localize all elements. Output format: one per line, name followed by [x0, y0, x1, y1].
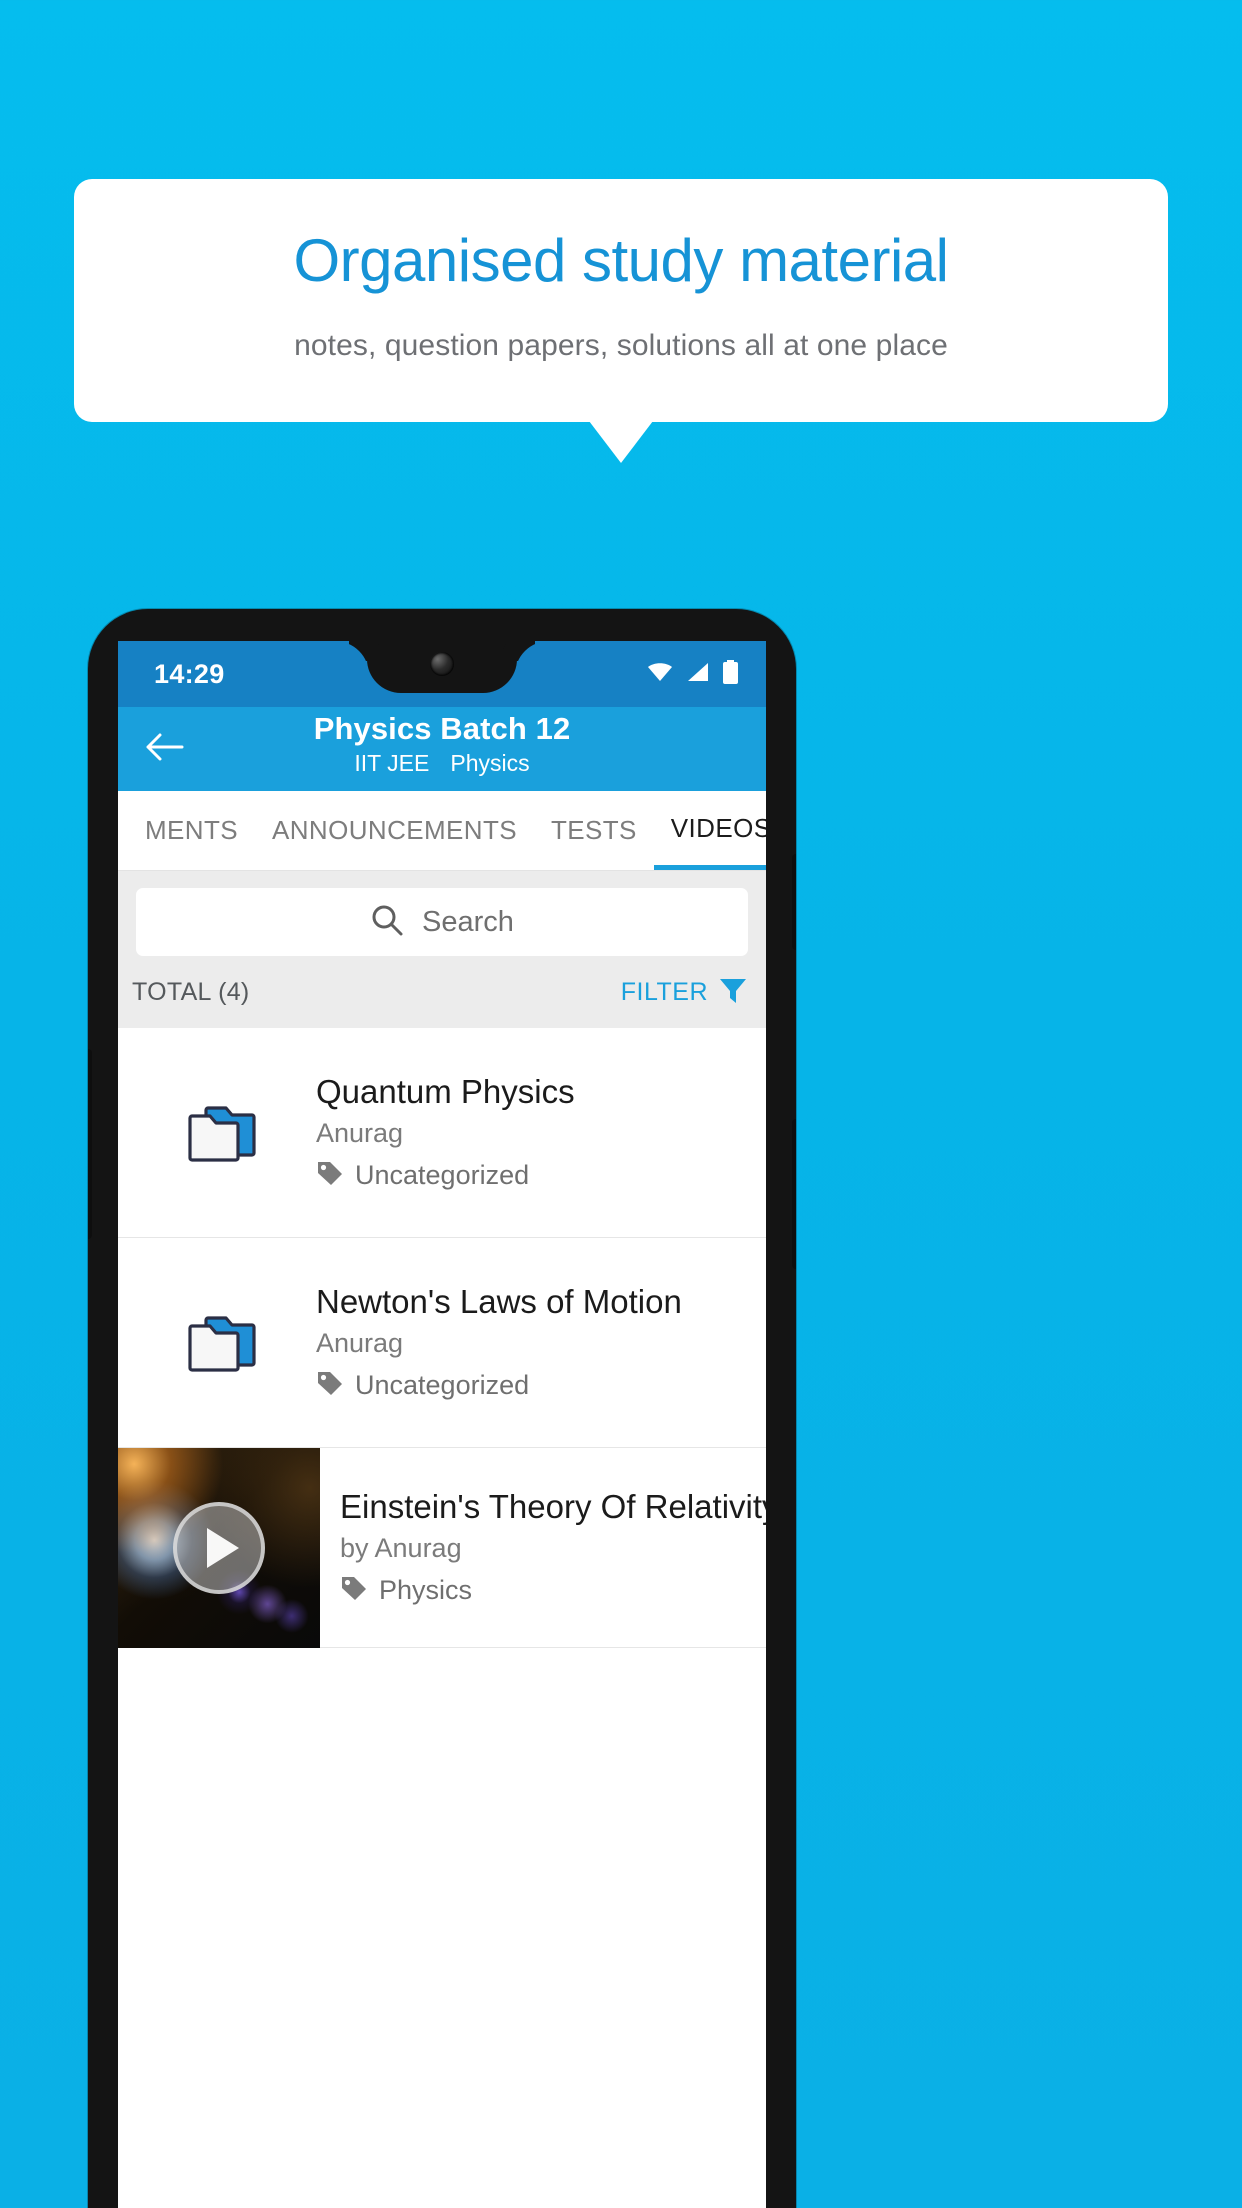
- folder-icon: [128, 1100, 316, 1166]
- play-icon[interactable]: [173, 1501, 265, 1594]
- phone-power-button: [792, 1119, 796, 1269]
- search-input[interactable]: Search: [136, 888, 748, 956]
- list-item[interactable]: Newton's Laws of Motion Anurag Uncategor…: [118, 1238, 766, 1448]
- search-zone: Search: [118, 871, 766, 956]
- signal-icon: [686, 662, 710, 687]
- tab-announcements[interactable]: ANNOUNCEMENTS: [255, 791, 534, 870]
- tab-videos[interactable]: VIDEOS: [653, 791, 766, 870]
- phone-mockup: 14:29 Physics Batch 12 IIT JEE Physics M…: [88, 609, 796, 2208]
- search-placeholder: Search: [422, 905, 514, 938]
- app-bar-subtitle: IIT JEE Physics: [354, 750, 529, 777]
- page-title: Physics Batch 12: [313, 711, 571, 746]
- app-bar-titles: Physics Batch 12 IIT JEE Physics: [118, 711, 766, 777]
- list-item-author: Anurag: [316, 1327, 404, 1358]
- list-item-title: Newton's Laws of Motion: [316, 1283, 682, 1321]
- display-notch: [367, 641, 517, 693]
- subtitle-exam: IIT JEE: [354, 750, 430, 776]
- list-item-texts: Einstein's Theory Of Relativity by Anura…: [320, 1488, 766, 1607]
- status-icons: [647, 659, 744, 689]
- back-button[interactable]: [136, 721, 192, 777]
- battery-icon: [723, 659, 738, 689]
- list-item-tag: Physics: [379, 1574, 473, 1605]
- list-item-tag-row: Physics: [340, 1574, 766, 1607]
- list-item-tag-row: Uncategorized: [316, 1369, 752, 1402]
- tab-tests[interactable]: TESTS: [534, 791, 654, 870]
- list-item[interactable]: Einstein's Theory Of Relativity by Anura…: [118, 1447, 766, 1648]
- list-item-author: Anurag: [316, 1117, 404, 1148]
- play-triangle: [207, 1527, 239, 1568]
- list-item-texts: Newton's Laws of Motion Anurag Uncategor…: [316, 1283, 766, 1402]
- filter-funnel-icon: [718, 975, 748, 1010]
- search-icon: [370, 903, 404, 942]
- tag-icon: [340, 1574, 368, 1607]
- list-item-author: by Anurag: [340, 1532, 462, 1563]
- app-bar: Physics Batch 12 IIT JEE Physics: [118, 707, 766, 791]
- list-item-tag: Uncategorized: [355, 1159, 530, 1190]
- status-bar: 14:29: [118, 641, 766, 707]
- content-list: Quantum Physics Anurag Uncategorized New…: [118, 1028, 766, 1648]
- list-item-tag: Uncategorized: [355, 1369, 530, 1400]
- filter-button[interactable]: FILTER: [621, 975, 748, 1010]
- tab-bar: MENTS ANNOUNCEMENTS TESTS VIDEOS: [118, 791, 766, 871]
- total-count-label: TOTAL (4): [132, 977, 250, 1006]
- list-meta-row: TOTAL (4) FILTER: [118, 956, 766, 1028]
- front-camera: [430, 652, 454, 676]
- tag-icon: [316, 1369, 344, 1402]
- arrow-left-icon: [144, 731, 184, 768]
- phone-volume-button: [792, 854, 796, 950]
- promo-card-pointer: [589, 421, 653, 463]
- filter-label: FILTER: [620, 977, 708, 1006]
- list-item-tag-row: Uncategorized: [316, 1159, 752, 1192]
- list-item-texts: Quantum Physics Anurag Uncategorized: [316, 1073, 766, 1192]
- phone-screen: 14:29 Physics Batch 12 IIT JEE Physics M…: [118, 641, 766, 2208]
- wifi-icon: [647, 662, 673, 687]
- tab-assignments[interactable]: MENTS: [128, 791, 255, 870]
- video-thumbnail[interactable]: [118, 1447, 320, 1648]
- subtitle-subject: Physics: [450, 750, 530, 776]
- list-item-title: Quantum Physics: [316, 1073, 575, 1111]
- promo-subtitle: notes, question papers, solutions all at…: [294, 329, 948, 362]
- promo-title: Organised study material: [293, 227, 949, 294]
- phone-left-button: [88, 1049, 92, 1239]
- folder-icon: [128, 1310, 316, 1376]
- list-item-title: Einstein's Theory Of Relativity: [340, 1488, 766, 1526]
- list-item[interactable]: Quantum Physics Anurag Uncategorized: [118, 1028, 766, 1238]
- tag-icon: [316, 1159, 344, 1192]
- promo-card: Organised study material notes, question…: [74, 179, 1168, 422]
- status-time: 14:29: [154, 658, 225, 689]
